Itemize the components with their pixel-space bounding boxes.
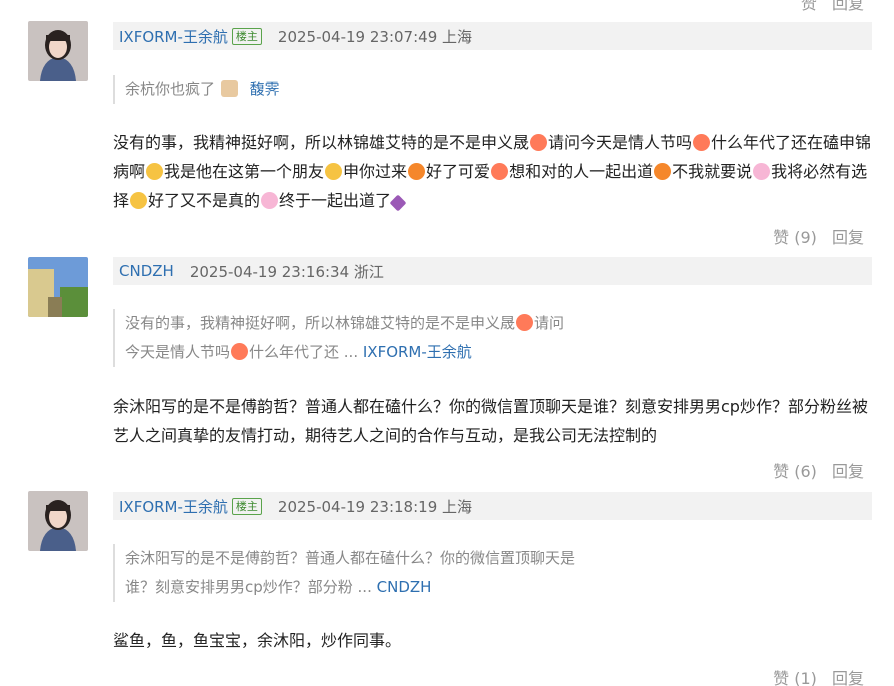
quote-text: 余杭你也疯了 [125, 80, 216, 98]
comment-body: 余沐阳写的是不是傅韵哲？普通人都在磕什么？你的微信置顶聊天是谁？刻意安排男男cp… [113, 397, 868, 445]
avatar[interactable] [28, 257, 88, 317]
username-link[interactable]: IXFORM-王余航 [119, 496, 228, 517]
comment-header: IXFORM-王余航 楼主 2025-04-19 23:07:49 上海 [113, 22, 872, 50]
quote-text: 什么年代了还 ... [249, 343, 359, 361]
timestamp: 2025-04-19 23:07:49 上海 [277, 27, 472, 46]
party-popper-emoji-icon [389, 194, 407, 212]
comment-body: 鲨鱼，鱼，鱼宝宝，余沐阳，炒作同事。 [113, 631, 402, 650]
tongue-emoji-icon [491, 163, 509, 180]
like-button[interactable]: 赞 [801, 0, 817, 13]
quoted-reply: 余杭你也疯了 馥霁 [113, 75, 733, 104]
smiling-hearts-emoji-icon [530, 134, 548, 151]
body-text: 申你过来 [343, 162, 408, 181]
dog-emoji-icon [408, 163, 426, 180]
smile-emoji-icon [325, 163, 343, 180]
quoted-reply: 没有的事，我精神挺好啊，所以林锦雄艾特的是不是申义晟 请问 今天是情人节吗 什么年代… [113, 309, 733, 367]
quote-text: 今天是情人节吗 [125, 343, 231, 361]
body-text: 不我就要说 [672, 162, 753, 181]
angry-emoji-icon [654, 163, 672, 180]
like-button[interactable]: 赞 (9) [773, 228, 817, 247]
reply-button[interactable]: 回复 [832, 0, 864, 13]
kiss-emoji-icon [693, 134, 711, 151]
body-text: 请问今天是情人节吗 [548, 133, 693, 152]
sunglasses-emoji-icon [130, 192, 148, 209]
body-text: 想和对的人一起出道 [509, 162, 654, 181]
username-link[interactable]: IXFORM-王余航 [119, 26, 228, 47]
comment-actions: 赞 (9) 回复 [763, 224, 864, 248]
avatar[interactable] [28, 21, 88, 81]
body-text: 没有的事，我精神挺好啊，所以林锦雄艾特的是不是申义晟 [113, 133, 530, 152]
avatar[interactable] [28, 491, 88, 551]
body-text: 我是他在这第一个朋友 [164, 162, 325, 181]
like-button[interactable]: 赞 (1) [773, 669, 817, 686]
op-badge: 楼主 [231, 27, 262, 45]
comment-header: IXFORM-王余航 楼主 2025-04-19 23:18:19 上海 [113, 492, 872, 520]
comment-header: CNDZH 2025-04-19 23:16:34 浙江 [113, 257, 872, 285]
quote-author-link[interactable]: 馥霁 [250, 80, 280, 98]
quoted-reply: 余沐阳写的是不是傅韵哲？普通人都在磕什么？你的微信置顶聊天是 谁？刻意安排男男c… [113, 544, 733, 602]
comment-body: 没有的事，我精神挺好啊，所以林锦雄艾特的是不是申义晟 请问今天是情人节吗 什么年代了… [113, 128, 873, 215]
username-link[interactable]: CNDZH [119, 262, 174, 280]
flexed-arm-emoji-icon [220, 80, 238, 97]
ghost-emoji-icon [261, 192, 279, 209]
body-text: 终于一起出道了 [279, 191, 392, 210]
timestamp: 2025-04-19 23:16:34 浙江 [189, 262, 384, 281]
fearful-emoji-icon [146, 163, 164, 180]
like-button[interactable]: 赞 (6) [773, 462, 817, 481]
quote-text: 余沐阳写的是不是傅韵哲？普通人都在磕什么？你的微信置顶聊天是 [125, 549, 576, 567]
old-man-emoji-icon [753, 163, 771, 180]
comment-actions: 赞 (6) 回复 [763, 458, 864, 482]
quote-text: 谁？刻意安排男男cp炒作？部分粉 ... [125, 578, 372, 596]
top-actions: 赞 回复 [801, 0, 864, 14]
quote-text: 请问 [534, 314, 565, 332]
quote-text: 没有的事，我精神挺好啊，所以林锦雄艾特的是不是申义晟 [125, 314, 516, 332]
reply-button[interactable]: 回复 [832, 462, 864, 481]
quote-author-link[interactable]: IXFORM-王余航 [363, 343, 472, 361]
reply-button[interactable]: 回复 [832, 228, 864, 247]
quote-author-link[interactable]: CNDZH [377, 578, 432, 596]
smiling-hearts-emoji-icon [516, 314, 534, 331]
comment-actions: 赞 (1) 回复 [763, 665, 864, 686]
body-text: 好了可爱 [426, 162, 491, 181]
body-text: 好了又不是真的 [148, 191, 261, 210]
kiss-emoji-icon [231, 343, 249, 360]
timestamp: 2025-04-19 23:18:19 上海 [277, 497, 472, 516]
op-badge: 楼主 [231, 497, 262, 515]
reply-button[interactable]: 回复 [832, 669, 864, 686]
